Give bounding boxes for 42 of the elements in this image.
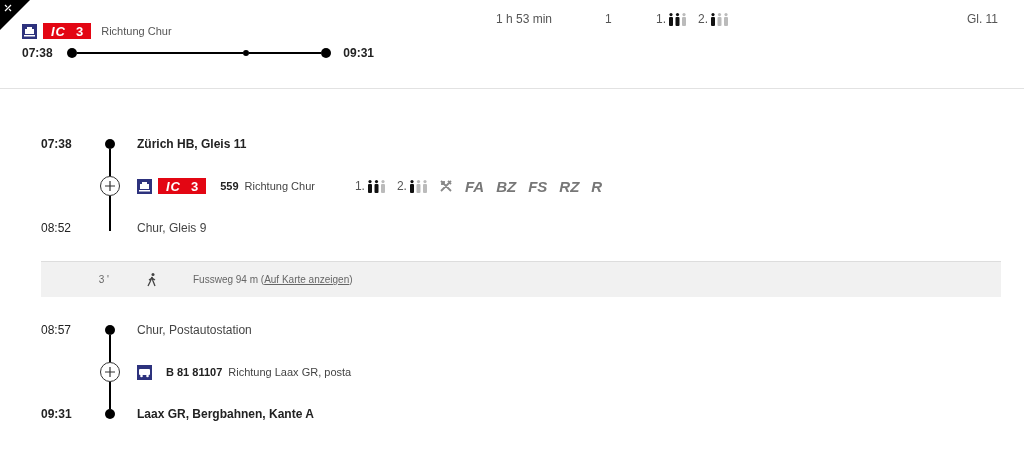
stop-name: Chur, Gleis 9: [136, 221, 207, 235]
arrival-time: 09:31: [343, 46, 374, 60]
time: 09:31: [41, 407, 72, 421]
attribute-code: BZ: [496, 177, 517, 195]
stop-name: Chur, Postautostation: [136, 323, 252, 337]
walk-minutes: 3 ': [97, 274, 109, 285]
class-label: 1.: [354, 179, 365, 193]
plus-icon: [104, 366, 116, 378]
attribute-code: FA: [464, 177, 485, 195]
time: 08:57: [41, 323, 72, 337]
attribute-code: RZ: [559, 177, 580, 195]
stop-name: Laax GR, Bergbahnen, Kante A: [136, 407, 314, 421]
class-label: 2.: [698, 12, 709, 26]
bus-icon: [137, 364, 152, 380]
duration: 1 h 53 min: [496, 12, 554, 26]
class-label: 1.: [656, 12, 666, 26]
expand-button[interactable]: [100, 362, 120, 382]
departure-time: 07:38: [22, 46, 53, 60]
direction: Richtung Chur: [244, 180, 315, 192]
line-number: B 81 81107: [166, 366, 223, 378]
platform: Gl. 11: [966, 12, 998, 26]
changes: 1: [605, 12, 613, 26]
restaurant-icon: [438, 179, 453, 193]
collapse-icon[interactable]: [4, 4, 12, 12]
direction: Richtung Laax GR, posta: [228, 366, 352, 378]
time: 08:52: [41, 221, 72, 235]
line-number: 559: [220, 180, 239, 192]
attribute-code: R: [591, 177, 603, 195]
collapse-corner[interactable]: [0, 0, 30, 30]
time: 07:38: [41, 137, 72, 151]
walking-person-icon: [147, 272, 157, 287]
attribute-code: FS: [528, 177, 548, 195]
train-icon: [137, 178, 152, 194]
product-badge: IC 3: [158, 178, 207, 194]
train-icon: [22, 23, 37, 39]
direction: Richtung Chur: [101, 25, 172, 37]
walk-description: Fussweg 94 m (Auf Karte anzeigen): [193, 274, 353, 285]
class-label: 2.: [396, 179, 407, 193]
plus-icon: [104, 180, 116, 192]
expand-button[interactable]: [100, 176, 120, 196]
product-badge: IC 3: [43, 23, 92, 39]
stop-name: Zürich HB, Gleis 11: [136, 137, 247, 151]
